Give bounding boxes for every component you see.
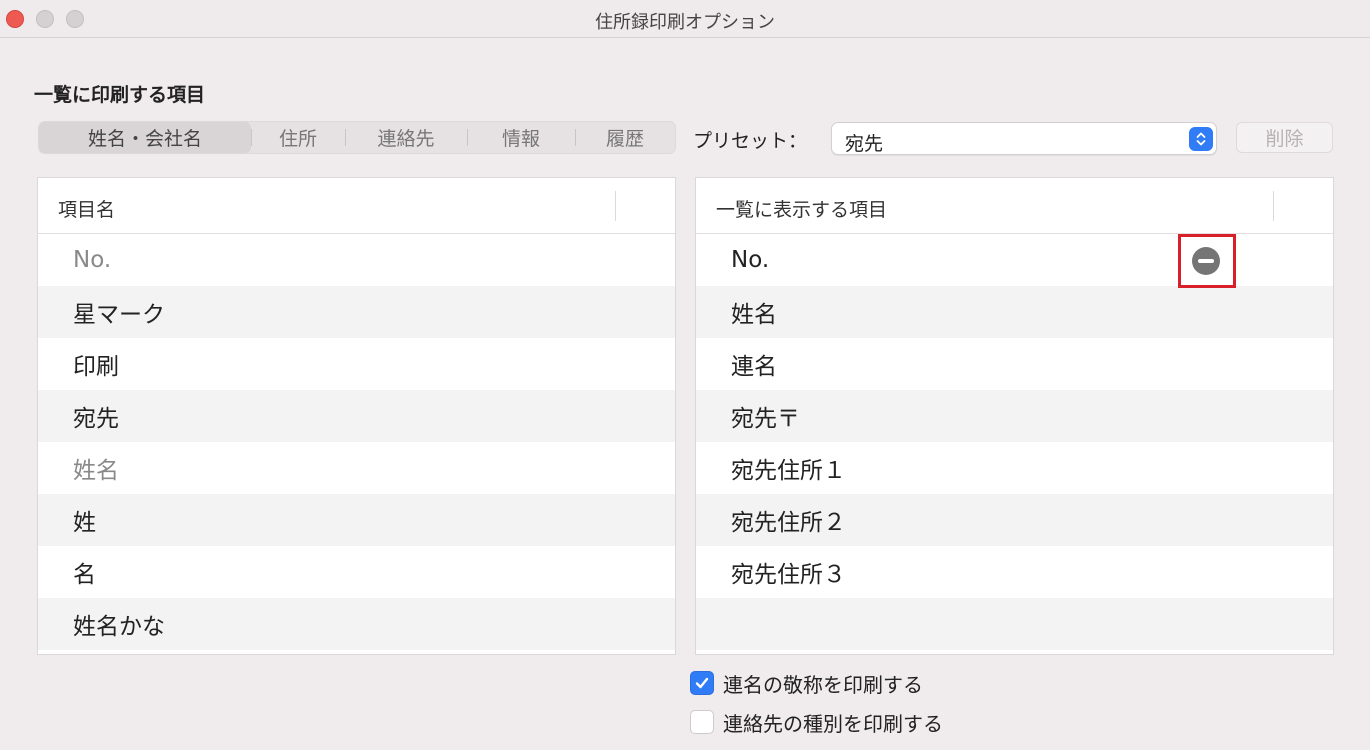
tab-contact[interactable]: 連絡先 [345,122,467,153]
preset-label: プリセット： [693,130,808,152]
tab-address[interactable]: 住所 [251,122,345,153]
window-title: 住所録印刷オプション [595,12,775,33]
table-header: 一覧に表示する項目 [696,178,1333,234]
table-row[interactable]: No. [38,234,675,286]
row-label: 連名 [731,354,777,380]
option-print-honorific[interactable]: 連名の敬称を印刷する [690,670,923,697]
option-print-contact-type[interactable]: 連絡先の種別を印刷する [690,709,943,736]
tab-label: 住所 [278,128,317,150]
table-row[interactable]: 連名 [696,338,1333,390]
delete-preset-button[interactable]: 削除 [1236,122,1333,153]
checkbox-unchecked[interactable] [690,710,714,734]
column-header-item-name[interactable]: 項目名 [58,195,115,222]
column-divider [1273,191,1274,221]
row-label: 姓名かな [73,614,165,640]
table-row[interactable]: 宛先 [38,390,675,442]
preset-value: 宛先 [845,133,884,155]
table-row[interactable]: 宛先住所３ [696,546,1333,598]
table-row[interactable]: No. [696,234,1333,286]
row-label: 宛先住所３ [731,562,846,588]
preset-select[interactable]: 宛先 [831,122,1217,155]
tab-name-company[interactable]: 姓名・会社名 [39,122,251,153]
row-label: 名 [73,562,96,588]
table-row[interactable]: 宛先〒 [696,390,1333,442]
table-row[interactable]: 姓名 [38,442,675,494]
checkmark-icon [695,677,709,689]
table-row[interactable]: 宛先住所１ [696,442,1333,494]
table-row[interactable]: 名 [38,546,675,598]
table-header: 項目名 [38,178,675,234]
row-label: 印刷 [73,354,119,380]
row-label: 宛先住所２ [731,510,846,536]
tab-info[interactable]: 情報 [467,122,575,153]
option-label: 連絡先の種別を印刷する [723,711,943,736]
title-bar: 住所録印刷オプション [0,0,1370,38]
table-row[interactable]: 宛先住所２ [696,494,1333,546]
tab-label: 情報 [501,128,540,150]
tab-label: 連絡先 [377,128,435,150]
tab-label: 姓名・会社名 [87,128,202,150]
table-row[interactable]: 星マーク [38,286,675,338]
remove-item-button[interactable] [1192,247,1220,275]
chevron-up-down-icon [1189,127,1213,151]
row-label: 宛先住所１ [731,458,846,484]
row-label: 姓名 [731,302,777,328]
row-label: 星マーク [73,302,165,328]
row-label: 宛先〒 [731,406,800,432]
category-tabs: 姓名・会社名 住所 連絡先 情報 履歴 [38,121,676,154]
table-row[interactable]: 姓名 [696,286,1333,338]
row-label: No. [73,247,112,273]
minus-icon [1198,259,1214,263]
column-header-displayed-items[interactable]: 一覧に表示する項目 [716,195,887,222]
selected-items-table: 一覧に表示する項目 No. 姓名 連名 宛先〒 宛先住所１ 宛先住所２ 宛先住所… [695,177,1334,655]
row-label: 宛先 [73,406,119,432]
table-row [696,598,1333,650]
section-title: 一覧に印刷する項目 [34,84,206,106]
checkbox-checked[interactable] [690,671,714,695]
tab-label: 履歴 [605,128,644,150]
row-label: No. [731,247,770,273]
table-row[interactable]: 印刷 [38,338,675,390]
row-label: 姓名 [73,458,119,484]
tab-history[interactable]: 履歴 [575,122,675,153]
table-row[interactable]: 姓 [38,494,675,546]
option-label: 連名の敬称を印刷する [723,672,923,697]
column-divider [615,191,616,221]
row-label: 姓 [73,510,96,536]
available-items-table: 項目名 No. 星マーク 印刷 宛先 姓名 姓 名 姓名かな [37,177,676,655]
table-row[interactable]: 姓名かな [38,598,675,650]
